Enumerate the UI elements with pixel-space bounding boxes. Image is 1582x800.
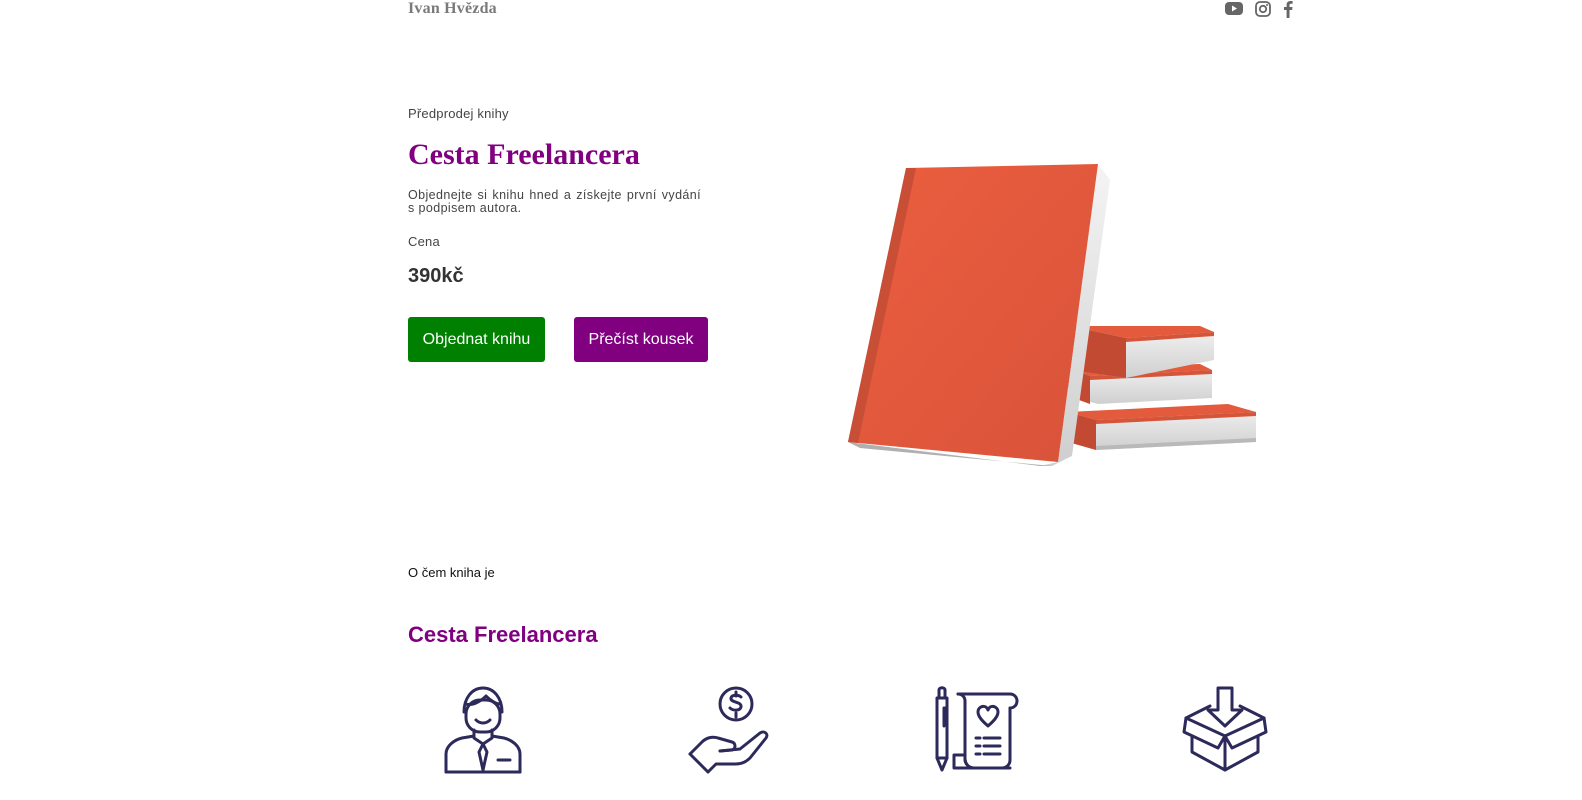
about-title: Cesta Freelancera [408, 622, 598, 647]
presale-label: Předprodej knihy [408, 106, 509, 121]
hero-title: Cesta Freelancera [408, 138, 640, 171]
facebook-icon[interactable] [1282, 0, 1294, 18]
freelancer-person-icon [438, 684, 528, 776]
read-sample-button[interactable]: Přečíst kousek [574, 317, 708, 362]
pen-scroll-icon [932, 684, 1022, 776]
price-label: Cena [408, 234, 440, 249]
about-label: O čem kniha je [408, 565, 495, 580]
price-value: 390kč [408, 265, 464, 287]
book-illustration [840, 150, 1270, 485]
money-hand-icon [686, 684, 776, 776]
brand-name[interactable]: Ivan Hvězda [408, 0, 497, 18]
hero-description: Objednejte si knihu hned a získejte prvn… [408, 188, 701, 215]
box-download-icon [1180, 684, 1270, 776]
instagram-icon[interactable] [1254, 0, 1272, 18]
social-links [1224, 0, 1294, 18]
youtube-icon[interactable] [1224, 0, 1244, 18]
order-book-button[interactable]: Objednat knihu [408, 317, 545, 362]
